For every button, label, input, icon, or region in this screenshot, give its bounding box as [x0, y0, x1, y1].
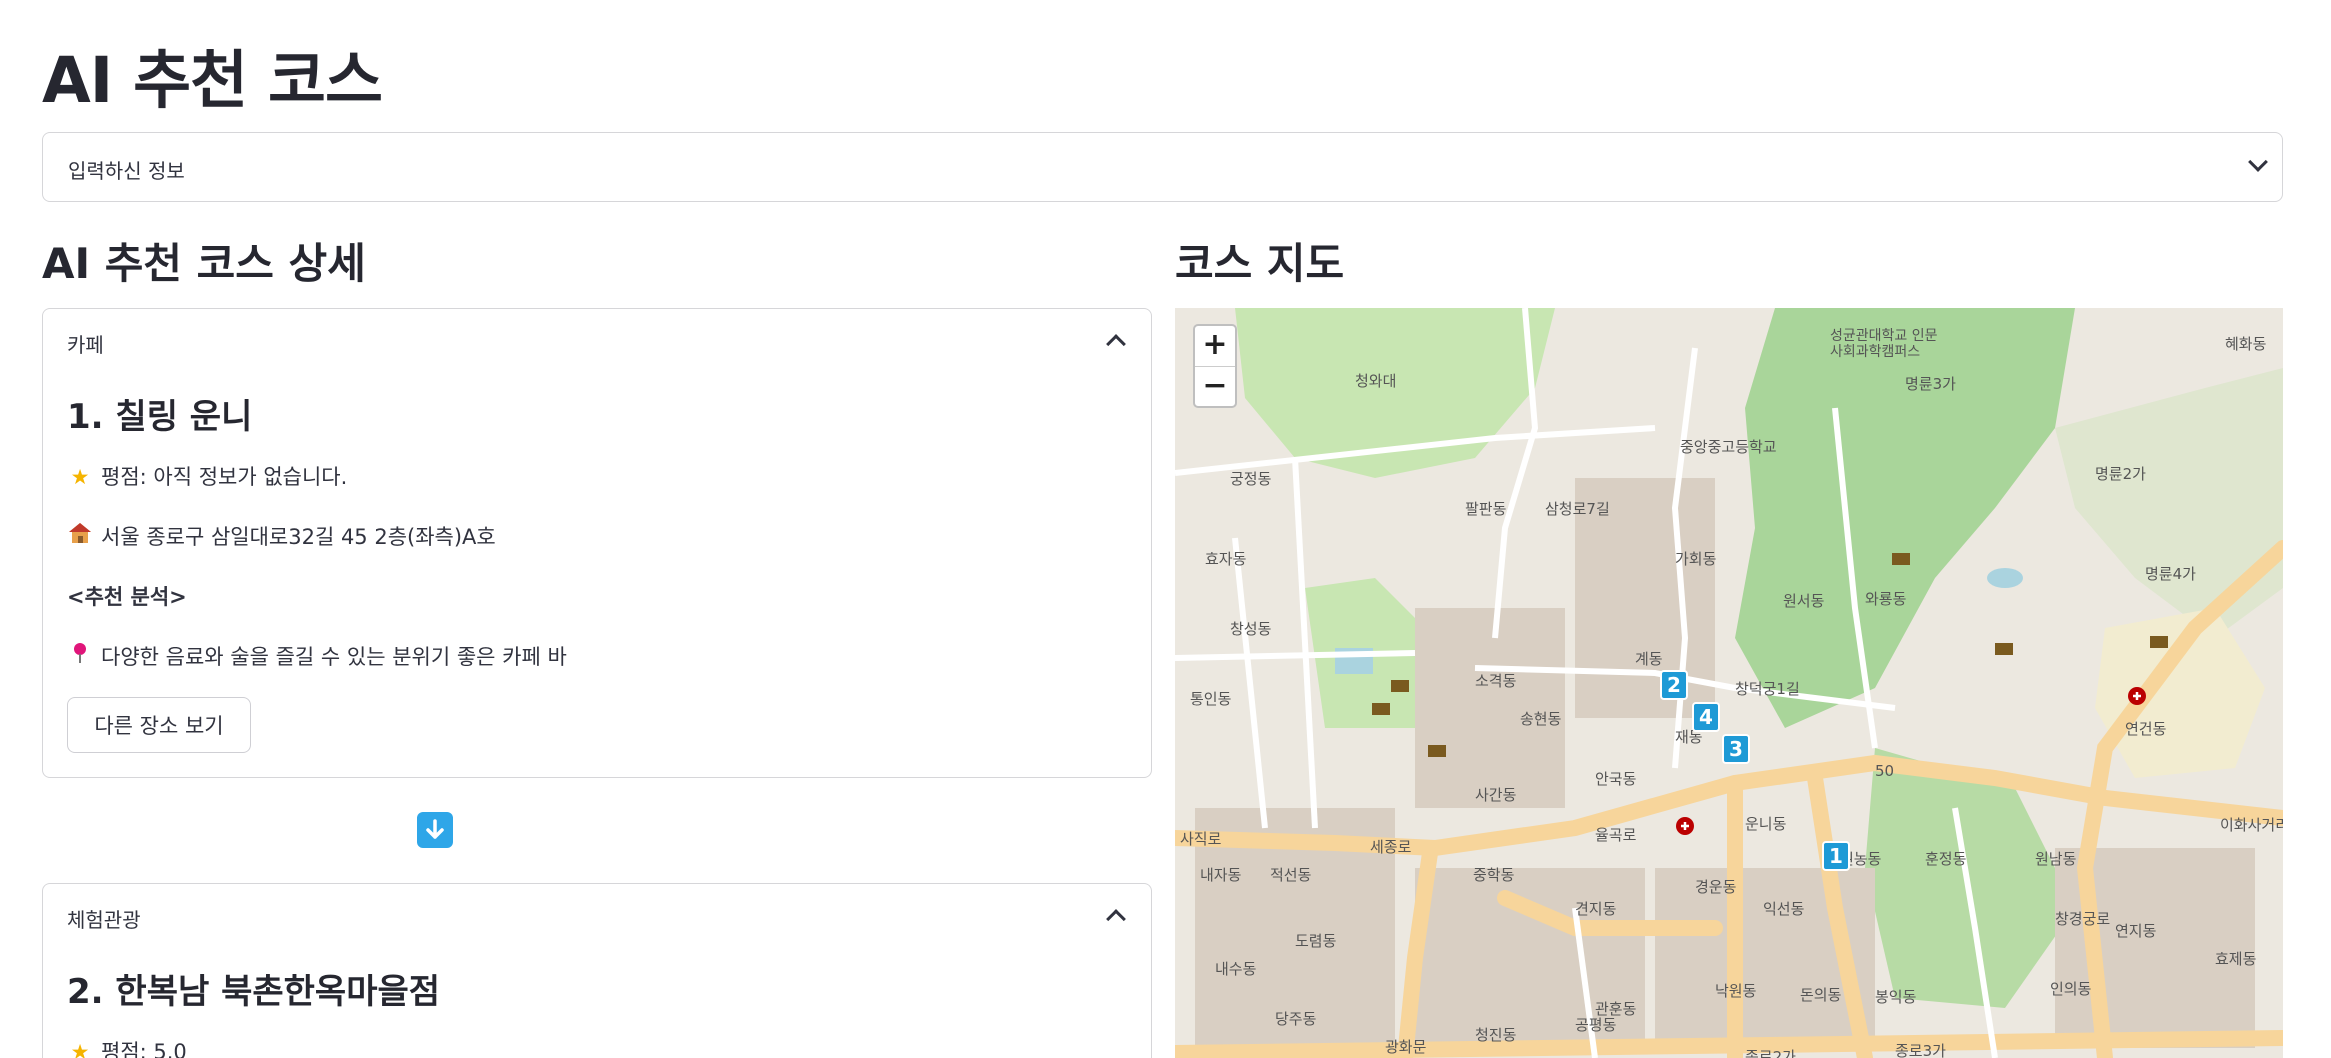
map-label: 사직로: [1180, 830, 1222, 848]
map-label: 익선동: [1763, 900, 1805, 918]
map-label: 도렴동: [1295, 932, 1337, 950]
place-card-cafe: 카페 1. 칠링 운니 ★ 평점: 아직 정보가 없습니다. 서울 종로구 삼일대…: [42, 308, 1152, 778]
map-label: 중학동: [1473, 866, 1515, 884]
map-label: 원서동: [1783, 592, 1825, 610]
map-label: 창성동: [1230, 620, 1272, 638]
map-label: 와룡동: [1865, 590, 1907, 608]
map-tiles: [1175, 308, 2283, 1058]
rating-row: ★ 평점: 5.0: [67, 1036, 187, 1058]
course-map[interactable]: + − 청와대 효자동 궁정동 가회동 와룡동 원서동 명륜3가 명륜2가 명륜…: [1175, 308, 2283, 1058]
input-info-label: 입력하신 정보: [68, 159, 185, 183]
down-arrow-icon: [417, 812, 453, 848]
place-name: 1. 칠링 운니: [67, 397, 253, 437]
course-detail-heading: AI 추천 코스 상세: [42, 239, 366, 288]
map-label: 당주동: [1275, 1010, 1317, 1028]
map-label: 50: [1875, 762, 1895, 780]
map-label: 종로2가: [1745, 1048, 1796, 1058]
zoom-in-button[interactable]: +: [1195, 326, 1235, 366]
map-label: 인의동: [2050, 980, 2092, 998]
chevron-up-icon[interactable]: [1106, 334, 1126, 354]
pushpin-icon: [67, 642, 93, 669]
map-label: 훈정동: [1925, 850, 1967, 868]
map-label: 종로3가: [1895, 1042, 1946, 1058]
map-label: 청진동: [1475, 1026, 1517, 1044]
map-label: 내수동: [1215, 960, 1257, 978]
map-label: 소격동: [1475, 672, 1517, 690]
map-label: 안국동: [1595, 770, 1637, 788]
map-label: 중앙중고등학교: [1680, 438, 1777, 456]
zoom-out-button[interactable]: −: [1195, 366, 1235, 406]
course-map-heading: 코스 지도: [1175, 239, 1345, 288]
map-label: 연건동: [2125, 720, 2167, 738]
course-marker[interactable]: 4: [1692, 702, 1720, 732]
map-label: 효제동: [2215, 950, 2257, 968]
map-label: 효자동: [1205, 550, 1247, 568]
course-marker[interactable]: 1: [1822, 841, 1850, 871]
map-label: 삼청로7길: [1545, 500, 1610, 518]
map-label: 내자동: [1200, 866, 1242, 884]
map-label: 경운동: [1695, 878, 1737, 896]
address-row: 서울 종로구 삼일대로32길 45 2층(좌측)A호: [67, 521, 496, 551]
map-label: 명륜2가: [2095, 465, 2146, 483]
map-label: 청와대: [1355, 372, 1397, 390]
map-label: 연지동: [2115, 922, 2157, 940]
map-label: 계동: [1635, 650, 1663, 668]
rating-text: 평점: 5.0: [101, 1040, 187, 1058]
map-label: 율곡로: [1595, 826, 1637, 844]
map-label: 창경궁로: [2055, 910, 2111, 928]
map-label: 송현동: [1520, 710, 1562, 728]
star-icon: ★: [70, 465, 90, 489]
map-label: 이화사거리: [2220, 816, 2283, 834]
map-label: 공평동: [1575, 1016, 1617, 1034]
map-label: 운니동: [1745, 815, 1787, 833]
map-label: 가회동: [1675, 550, 1717, 568]
map-label: 사간동: [1475, 786, 1517, 804]
other-place-button[interactable]: 다른 장소 보기: [67, 697, 251, 753]
card-category: 카페: [67, 333, 104, 357]
card-category: 체험관광: [67, 908, 141, 932]
zoom-control: + −: [1193, 324, 1237, 408]
map-label: 통인동: [1190, 690, 1232, 708]
analysis-heading: <추천 분석>: [67, 585, 187, 609]
star-icon: ★: [70, 1040, 90, 1058]
address-text: 서울 종로구 삼일대로32길 45 2층(좌측)A호: [101, 525, 496, 549]
rating-row: ★ 평점: 아직 정보가 없습니다.: [67, 461, 348, 491]
map-label: 봉익동: [1875, 988, 1917, 1006]
analysis-text: 다양한 음료와 술을 즐길 수 있는 분위기 좋은 카페 바: [101, 645, 567, 669]
map-label: 원남동: [2035, 850, 2077, 868]
map-label: 혜화동: [2225, 335, 2267, 353]
input-info-expander[interactable]: 입력하신 정보: [42, 132, 2283, 202]
map-label: 돈의동: [1800, 986, 1842, 1004]
chevron-up-icon[interactable]: [1106, 909, 1126, 929]
map-label: 적선동: [1270, 866, 1312, 884]
house-icon: [67, 522, 93, 549]
page-title: AI 추천 코스: [42, 44, 383, 117]
map-label: 낙원동: [1715, 982, 1757, 1000]
course-marker[interactable]: 2: [1660, 670, 1688, 700]
map-label: 궁정동: [1230, 470, 1272, 488]
map-label: 세종로: [1370, 838, 1412, 856]
map-label: 성균관대학교 인문사회과학캠퍼스: [1830, 328, 1938, 360]
place-name: 2. 한복남 북촌한옥마을점: [67, 972, 441, 1012]
course-marker[interactable]: 3: [1722, 734, 1750, 764]
chevron-down-icon[interactable]: [2248, 152, 2268, 172]
map-label: 명륜4가: [2145, 565, 2196, 583]
map-label: 견지동: [1575, 900, 1617, 918]
rating-text: 평점: 아직 정보가 없습니다.: [101, 465, 348, 489]
map-label: 팔판동: [1465, 500, 1507, 518]
analysis-row: 다양한 음료와 술을 즐길 수 있는 분위기 좋은 카페 바: [67, 641, 567, 671]
map-label: 명륜3가: [1905, 375, 1956, 393]
map-label: 창덕궁1길: [1735, 680, 1800, 698]
map-label: 광화문: [1385, 1038, 1427, 1056]
place-card-experience: 체험관광 2. 한복남 북촌한옥마을점 ★ 평점: 5.0: [42, 883, 1152, 1058]
